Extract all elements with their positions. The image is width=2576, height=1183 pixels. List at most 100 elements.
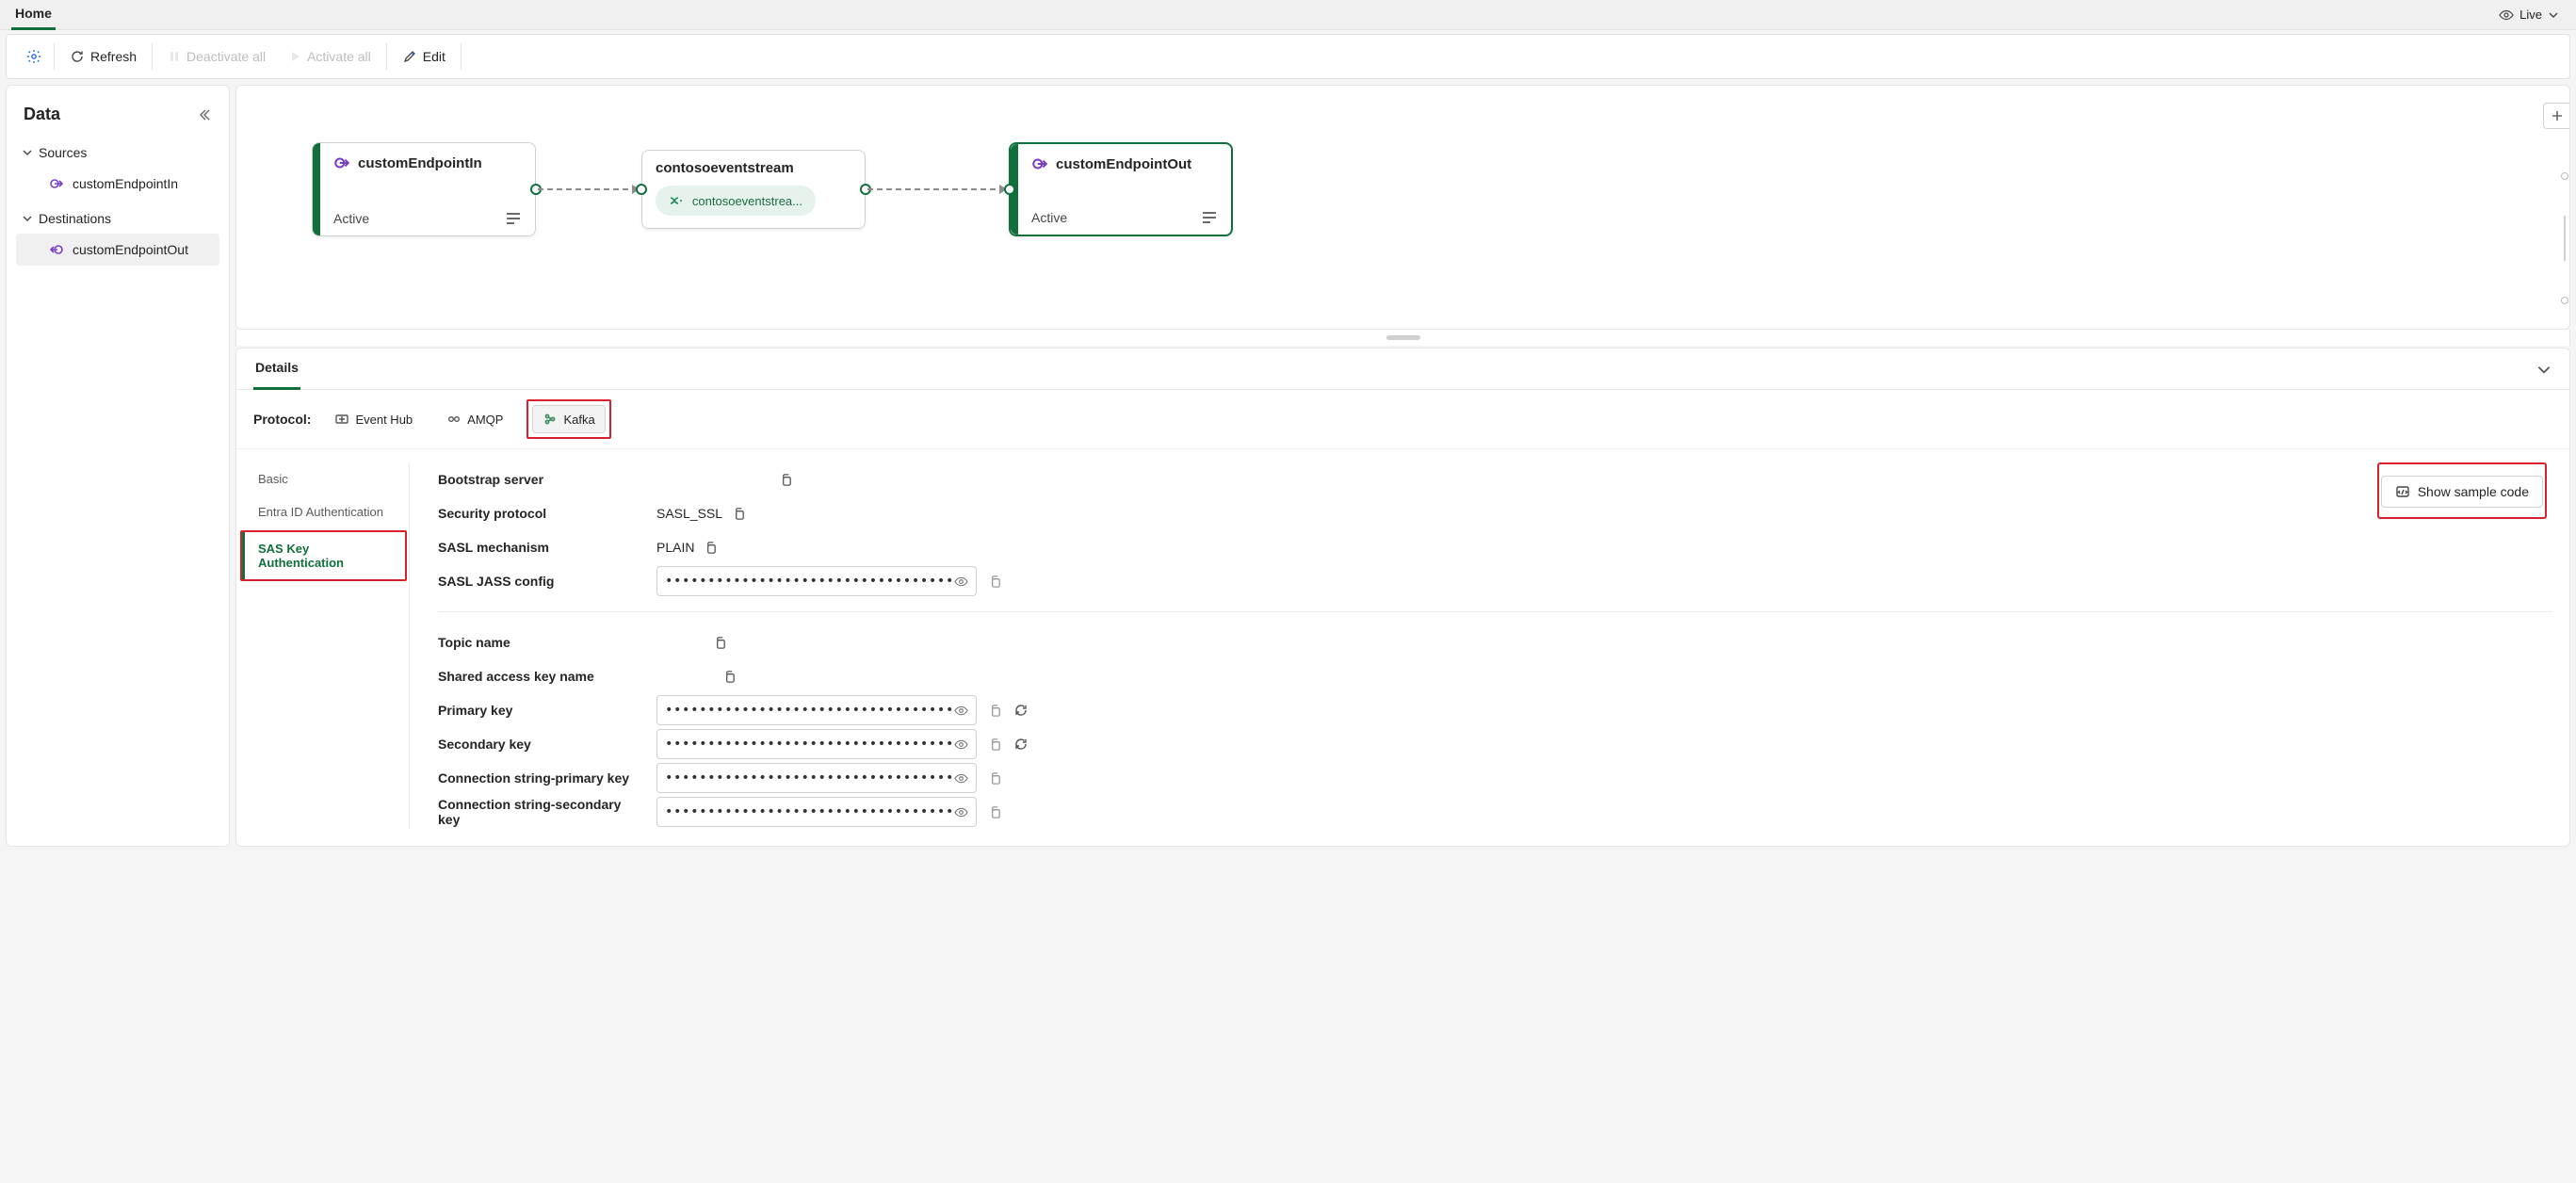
auth-tab-saskey[interactable]: SAS Key Authentication: [242, 532, 405, 579]
reveal-icon[interactable]: [954, 704, 968, 718]
field-value: SASL_SSL: [656, 506, 722, 521]
activate-all-label: Activate all: [307, 49, 371, 64]
field-shared-access-key-name: Shared access key name: [438, 659, 2552, 693]
protocol-label: Event Hub: [355, 413, 413, 427]
toolbar-separator: [54, 43, 55, 70]
sidebar-header: Data: [16, 99, 219, 138]
gear-icon: [25, 48, 42, 65]
edit-label: Edit: [423, 49, 446, 64]
regenerate-icon[interactable]: [1013, 737, 1029, 752]
eventstream-chip[interactable]: contosoeventstrea...: [656, 186, 816, 216]
field-label: Security protocol: [438, 506, 645, 521]
add-node-button[interactable]: [2543, 103, 2569, 129]
copy-icon[interactable]: [988, 805, 1002, 819]
settings-button[interactable]: [18, 40, 50, 73]
node-port-in[interactable]: [636, 184, 647, 195]
code-icon: [2395, 484, 2410, 499]
field-label: SASL mechanism: [438, 540, 645, 555]
expand-pane-button[interactable]: [2535, 361, 2552, 378]
highlight-box: SAS Key Authentication: [240, 530, 407, 581]
copy-icon[interactable]: [722, 670, 737, 684]
masked-input[interactable]: ••••••••••••••••••••••••••••••••••••••••…: [656, 729, 977, 759]
sidebar-item-customendpointin[interactable]: customEndpointIn: [16, 168, 219, 200]
masked-value: ••••••••••••••••••••••••••••••••••••••••…: [665, 574, 954, 589]
copy-icon[interactable]: [779, 473, 793, 487]
tree-heading-sources[interactable]: Sources: [16, 138, 219, 168]
kafka-icon: [543, 412, 558, 427]
canvas-wrap: customEndpointIn Active: [235, 85, 2570, 847]
node-status: Active: [1031, 210, 1067, 225]
edge: [538, 188, 632, 190]
live-mode-toggle[interactable]: Live: [2493, 4, 2565, 26]
node-menu-icon[interactable]: [505, 212, 522, 225]
details-pane: Details Protocol: Event Hub: [235, 348, 2570, 847]
node-customendpointin[interactable]: customEndpointIn Active: [312, 142, 536, 236]
reveal-icon[interactable]: [954, 771, 968, 786]
field-label: Connection string-secondary key: [438, 797, 645, 827]
node-contosoeventstream[interactable]: contosoeventstream contosoeventstrea...: [641, 150, 866, 229]
tree-section-destinations: Destinations customEndpointOut: [16, 203, 219, 266]
node-port-in[interactable]: [1004, 184, 1015, 195]
divider: [438, 611, 2552, 612]
collapse-sidebar-button[interactable]: [197, 107, 212, 122]
toolbar-separator: [461, 43, 462, 70]
field-sasl-jass-config: SASL JASS config •••••••••••••••••••••••…: [438, 564, 2552, 598]
endpoint-in-icon: [333, 154, 350, 171]
node-menu-icon[interactable]: [1201, 211, 1218, 224]
pane-resizer[interactable]: [1386, 335, 1420, 340]
play-icon: [288, 50, 301, 63]
refresh-button[interactable]: Refresh: [58, 40, 148, 73]
copy-icon[interactable]: [988, 704, 1002, 718]
field-topic-name: Topic name: [438, 625, 2552, 659]
masked-value: ••••••••••••••••••••••••••••••••••••••••…: [665, 703, 954, 718]
reveal-icon[interactable]: [954, 737, 968, 752]
auth-tab-entraid[interactable]: Entra ID Authentication: [242, 495, 409, 528]
copy-icon[interactable]: [988, 575, 1002, 589]
sources-label: Sources: [39, 145, 87, 160]
protocol-kafka[interactable]: Kafka: [532, 405, 605, 433]
chevron-down-icon: [2548, 9, 2559, 21]
fields: Show sample code Bootstrap server: [417, 462, 2552, 829]
sample-code-label: Show sample code: [2418, 484, 2529, 499]
copy-icon[interactable]: [732, 507, 746, 521]
data-sidebar: Data Sources customEndpointIn: [6, 85, 230, 847]
masked-input[interactable]: ••••••••••••••••••••••••••••••••••••••••…: [656, 566, 977, 596]
sidebar-item-customendpointout[interactable]: customEndpointOut: [16, 234, 219, 266]
deactivate-all-label: Deactivate all: [186, 49, 266, 64]
endpoint-out-icon: [1031, 155, 1048, 172]
regenerate-icon[interactable]: [1013, 703, 1029, 718]
tab-home[interactable]: Home: [11, 0, 56, 30]
reveal-icon[interactable]: [954, 575, 968, 589]
minimap-dot: [2561, 297, 2568, 304]
endpoint-in-icon: [48, 175, 65, 192]
tab-details[interactable]: Details: [253, 348, 300, 390]
protocol-eventhub[interactable]: Event Hub: [324, 405, 423, 433]
eventstream-canvas[interactable]: customEndpointIn Active: [235, 85, 2570, 330]
protocol-label: Kafka: [563, 413, 594, 427]
minimap-handle[interactable]: [2560, 172, 2569, 304]
refresh-label: Refresh: [90, 49, 137, 64]
copy-icon[interactable]: [704, 541, 718, 555]
field-label: Secondary key: [438, 737, 645, 752]
tree-heading-destinations[interactable]: Destinations: [16, 203, 219, 234]
copy-icon[interactable]: [988, 771, 1002, 786]
masked-input[interactable]: ••••••••••••••••••••••••••••••••••••••••…: [656, 695, 977, 725]
pause-icon: [168, 50, 181, 63]
node-title: customEndpointIn: [358, 155, 482, 171]
deactivate-all-button[interactable]: Deactivate all: [156, 40, 277, 73]
reveal-icon[interactable]: [954, 805, 968, 819]
node-customendpointout[interactable]: customEndpointOut Active: [1009, 142, 1233, 236]
masked-input[interactable]: ••••••••••••••••••••••••••••••••••••••••…: [656, 797, 977, 827]
copy-icon[interactable]: [713, 636, 727, 650]
node-accent: [313, 143, 320, 235]
protocol-label: Protocol:: [253, 412, 311, 427]
protocol-amqp[interactable]: AMQP: [436, 405, 513, 433]
masked-input[interactable]: ••••••••••••••••••••••••••••••••••••••••…: [656, 763, 977, 793]
chevron-down-icon: [22, 213, 33, 224]
auth-tab-basic[interactable]: Basic: [242, 462, 409, 495]
edge: [867, 188, 999, 190]
activate-all-button[interactable]: Activate all: [277, 40, 382, 73]
edit-button[interactable]: Edit: [391, 40, 457, 73]
show-sample-code-button[interactable]: Show sample code: [2381, 476, 2543, 508]
copy-icon[interactable]: [988, 737, 1002, 752]
